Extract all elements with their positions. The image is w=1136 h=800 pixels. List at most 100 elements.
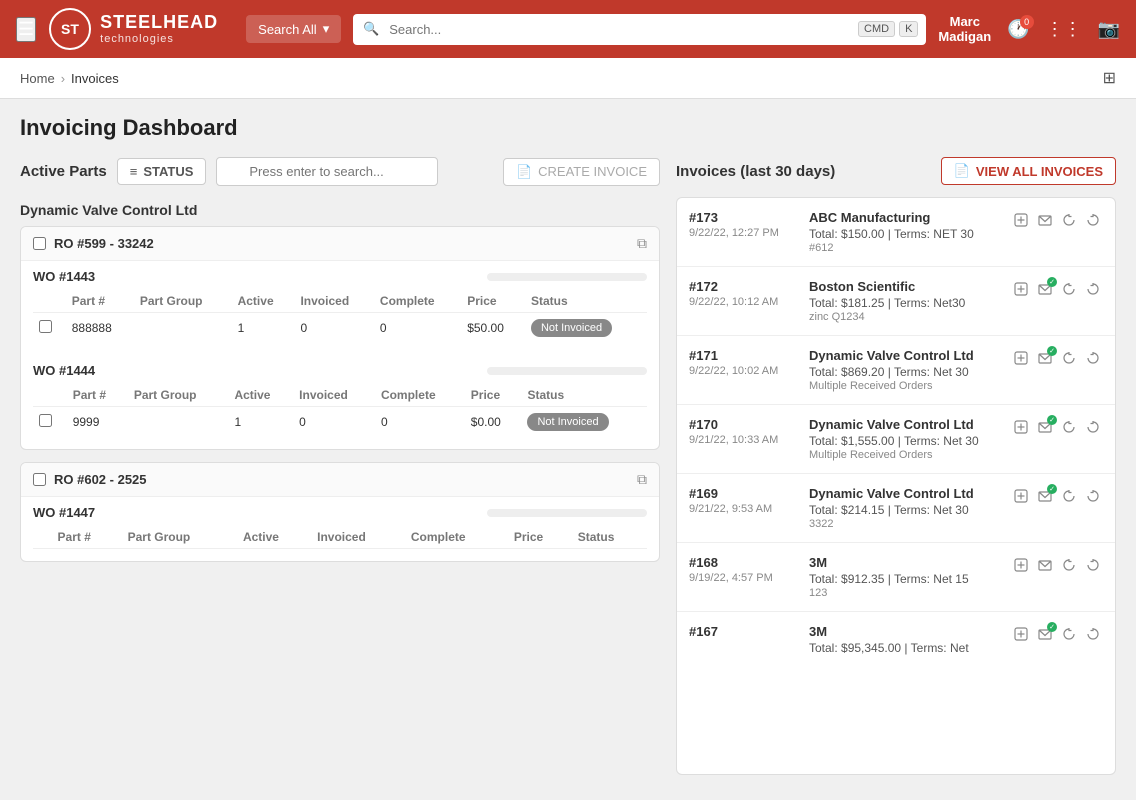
active-parts-label: Active Parts (20, 163, 107, 180)
col-invoiced: Invoiced (311, 526, 405, 549)
invoice-company: ABC Manufacturing (809, 210, 1001, 225)
col-part-num: Part # (52, 526, 122, 549)
invoice-details: Dynamic Valve Control Ltd Total: $1,555.… (809, 417, 1001, 461)
invoice-total-terms: Total: $869.20 | Terms: Net 30 (809, 365, 1001, 379)
ro-checkbox-2[interactable] (33, 473, 46, 486)
undo-button[interactable] (1083, 555, 1103, 578)
col-complete: Complete (374, 290, 461, 313)
col-active: Active (237, 526, 311, 549)
refresh-button[interactable] (1059, 348, 1079, 371)
breadcrumb-home[interactable]: Home (20, 71, 55, 86)
invoice-date: 9/22/22, 10:12 AM (689, 296, 799, 308)
main-content: Invoicing Dashboard Active Parts ≡ STATU… (0, 99, 1136, 799)
part-price: $0.00 (465, 407, 522, 438)
invoice-id: #173 (689, 210, 799, 225)
global-search-input[interactable] (353, 14, 926, 45)
invoice-id-date: #170 9/21/22, 10:33 AM (689, 417, 799, 446)
chevron-down-icon: ▾ (323, 21, 330, 37)
camera-button[interactable]: 📷 (1098, 19, 1120, 40)
invoice-date: 9/22/22, 12:27 PM (689, 227, 799, 239)
col-price: Price (508, 526, 572, 549)
invoice-actions (1011, 555, 1103, 578)
hamburger-menu-button[interactable]: ☰ (16, 17, 36, 42)
refresh-button[interactable] (1059, 417, 1079, 440)
undo-button[interactable] (1083, 348, 1103, 371)
right-panel-header: Invoices (last 30 days) 📄 VIEW ALL INVOI… (676, 157, 1116, 185)
col-part-num: Part # (66, 290, 134, 313)
part-checkbox[interactable] (39, 414, 52, 427)
invoice-ref: zinc Q1234 (809, 311, 1001, 323)
keyboard-shortcut-hint: CMD K (858, 21, 918, 37)
part-invoiced: 0 (293, 407, 375, 438)
part-checkbox[interactable] (39, 320, 52, 333)
invoice-company: Boston Scientific (809, 279, 1001, 294)
invoice-details: ABC Manufacturing Total: $150.00 | Terms… (809, 210, 1001, 254)
refresh-button[interactable] (1059, 486, 1079, 509)
undo-button[interactable] (1083, 210, 1103, 233)
wo-label-1447: WO #1447 (33, 505, 95, 520)
parts-search-input[interactable] (216, 157, 438, 186)
invoices-label: Invoices (last 30 days) (676, 163, 835, 180)
refresh-button[interactable] (1059, 210, 1079, 233)
refresh-button[interactable] (1059, 279, 1079, 302)
ro-checkbox-1[interactable] (33, 237, 46, 250)
steelhead-logo-icon: ST (48, 7, 92, 51)
edit-button[interactable] (1011, 486, 1031, 509)
refresh-button[interactable] (1059, 555, 1079, 578)
edit-button[interactable] (1011, 555, 1031, 578)
wo-header-1443: WO #1443 (33, 261, 647, 290)
create-invoice-button[interactable]: 📄 CREATE INVOICE (503, 158, 660, 186)
brand-name: STEELHEAD (100, 12, 218, 34)
part-active: 1 (232, 313, 295, 344)
part-group (134, 313, 232, 344)
invoice-actions: ✓ (1011, 417, 1103, 440)
logo-text: STEELHEAD technologies (100, 12, 218, 47)
invoice-date: 9/22/22, 10:02 AM (689, 365, 799, 377)
apps-button[interactable]: ⋮⋮ (1046, 19, 1082, 40)
invoice-total-terms: Total: $181.25 | Terms: Net30 (809, 296, 1001, 310)
email-button[interactable]: ✓ (1035, 486, 1055, 509)
pin-button[interactable]: ⊞ (1103, 68, 1116, 88)
invoice-actions: ✓ (1011, 486, 1103, 509)
ro-external-link-1[interactable]: ⧉ (637, 235, 647, 252)
undo-button[interactable] (1083, 279, 1103, 302)
edit-button[interactable] (1011, 279, 1031, 302)
undo-button[interactable] (1083, 486, 1103, 509)
col-part-group: Part Group (122, 526, 237, 549)
search-all-button[interactable]: Search All ▾ (246, 15, 341, 43)
parts-table-1443: Part # Part Group Active Invoiced Comple… (33, 290, 647, 343)
logo: ST STEELHEAD technologies (48, 7, 218, 51)
left-panel: Active Parts ≡ STATUS 🔍 📄 CREATE INVOICE… (20, 157, 660, 775)
col-part-num: Part # (67, 384, 128, 407)
svg-text:ST: ST (61, 21, 79, 37)
undo-button[interactable] (1083, 624, 1103, 647)
status-filter-button[interactable]: ≡ STATUS (117, 158, 207, 185)
view-all-invoices-button[interactable]: 📄 VIEW ALL INVOICES (941, 157, 1116, 185)
edit-button[interactable] (1011, 210, 1031, 233)
invoice-icon: 📄 (516, 164, 532, 180)
invoice-company: Dynamic Valve Control Ltd (809, 417, 1001, 432)
ro-header-left-1: RO #599 - 33242 (33, 236, 154, 251)
col-status: Status (572, 526, 647, 549)
email-button[interactable]: ✓ (1035, 348, 1055, 371)
invoice-actions: ✓ (1011, 348, 1103, 371)
email-button[interactable]: ✓ (1035, 417, 1055, 440)
undo-button[interactable] (1083, 417, 1103, 440)
invoice-id-date: #173 9/22/22, 12:27 PM (689, 210, 799, 239)
edit-button[interactable] (1011, 348, 1031, 371)
invoice-company: Dynamic Valve Control Ltd (809, 348, 1001, 363)
notifications-button[interactable]: 🕐 0 (1007, 19, 1029, 40)
part-status: Not Invoiced (525, 313, 647, 344)
refresh-button[interactable] (1059, 624, 1079, 647)
invoice-date: 9/21/22, 10:33 AM (689, 434, 799, 446)
ro-card-2: RO #602 - 2525 ⧉ WO #1447 (20, 462, 660, 562)
email-button[interactable] (1035, 555, 1055, 578)
edit-button[interactable] (1011, 624, 1031, 647)
email-button[interactable]: ✓ (1035, 624, 1055, 647)
ro-card-1: RO #599 - 33242 ⧉ WO #1443 (20, 226, 660, 450)
email-button[interactable]: ✓ (1035, 279, 1055, 302)
col-invoiced: Invoiced (293, 384, 375, 407)
email-button[interactable] (1035, 210, 1055, 233)
edit-button[interactable] (1011, 417, 1031, 440)
ro-external-link-2[interactable]: ⧉ (637, 471, 647, 488)
